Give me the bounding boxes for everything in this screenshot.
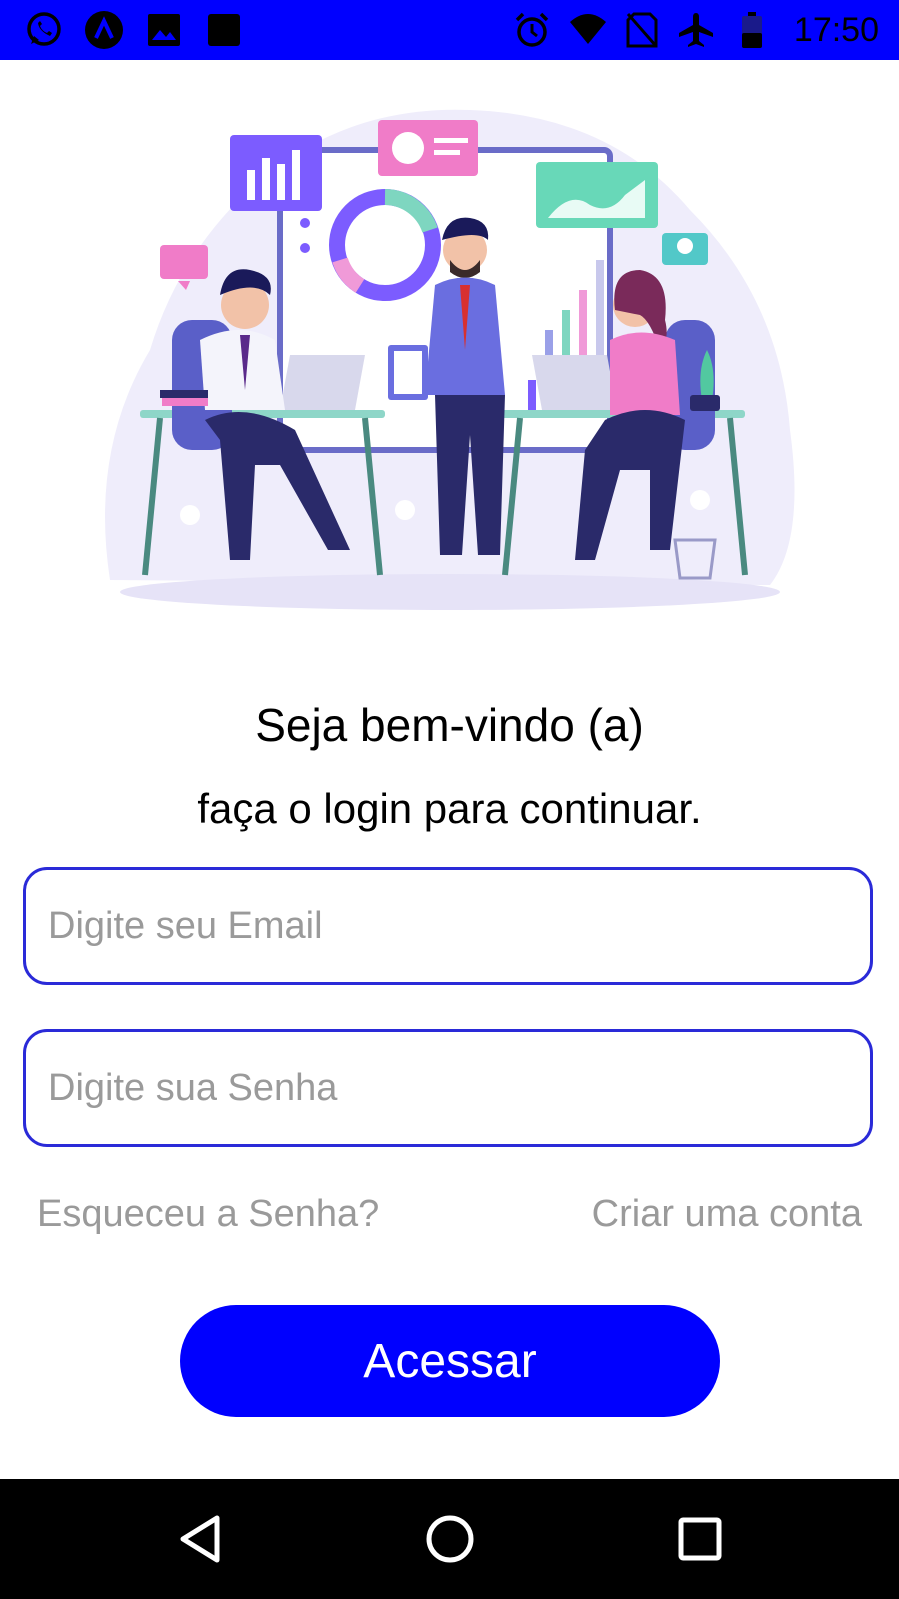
back-icon[interactable] xyxy=(170,1509,230,1569)
wifi-icon xyxy=(568,10,608,50)
create-account-link[interactable]: Criar uma conta xyxy=(592,1193,862,1236)
email-field[interactable] xyxy=(26,870,870,982)
whatsapp-icon xyxy=(24,10,64,50)
recents-icon[interactable] xyxy=(670,1509,730,1569)
square-app-icon xyxy=(204,10,244,50)
welcome-title: Seja bem-vindo (a) xyxy=(255,699,644,751)
status-bar: 17:50 xyxy=(0,0,899,60)
password-field[interactable] xyxy=(26,1032,870,1144)
forgot-password-link[interactable]: Esqueceu a Senha? xyxy=(37,1193,379,1236)
battery-icon xyxy=(732,10,772,50)
gallery-icon xyxy=(144,10,184,50)
alarm-icon xyxy=(512,10,552,50)
home-icon[interactable] xyxy=(420,1509,480,1569)
acessar-button[interactable]: Acessar xyxy=(180,1305,720,1417)
no-sim-icon xyxy=(622,10,662,50)
status-time: 17:50 xyxy=(793,11,879,49)
email-field-container xyxy=(23,867,873,985)
navigation-bar xyxy=(0,1479,899,1599)
team-meeting-illustration xyxy=(90,100,810,640)
airplane-mode-icon xyxy=(676,10,716,50)
login-screen: 17:50 Seja bem-vindo (a) faça o login pa… xyxy=(0,0,899,1599)
password-field-container xyxy=(23,1029,873,1147)
welcome-subtitle: faça o login para continuar. xyxy=(197,785,702,832)
app-a-icon xyxy=(84,10,124,50)
